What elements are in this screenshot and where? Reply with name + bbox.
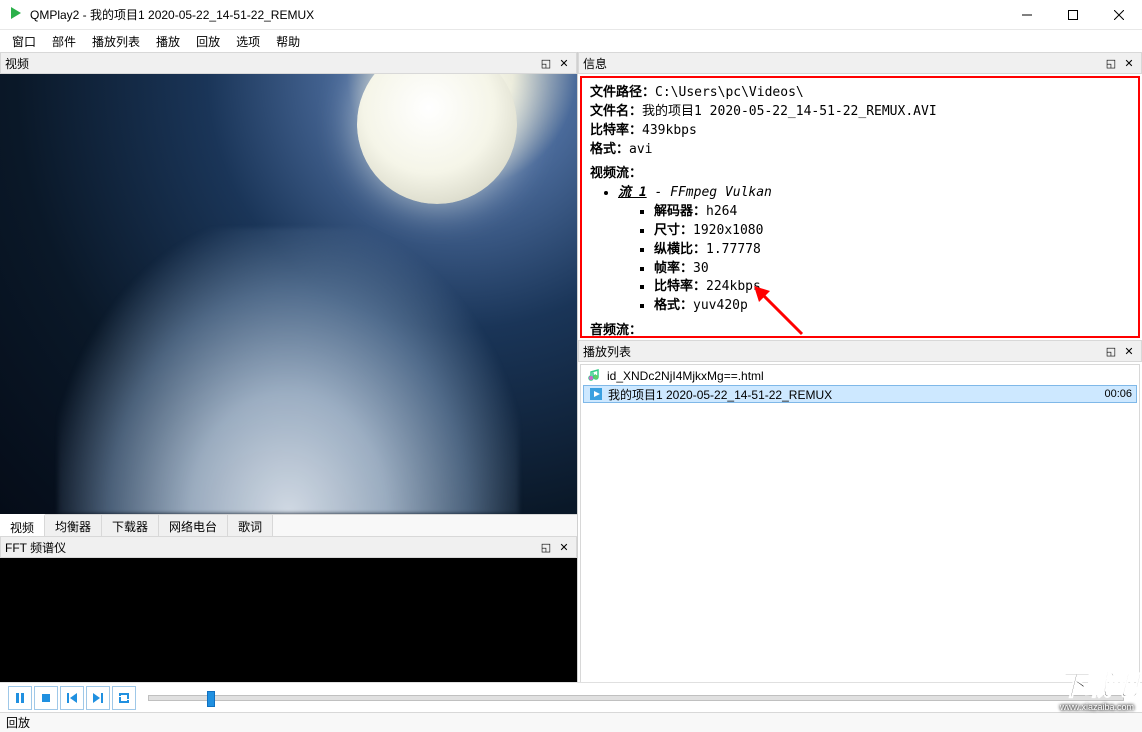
titlebar: QMPlay2 - 我的项目1 2020-05-22_14-51-22_REMU… (0, 0, 1142, 30)
menu-help[interactable]: 帮助 (268, 31, 308, 52)
status-bar: 回放 (0, 712, 1142, 732)
info-path-label: 文件路径： (590, 85, 655, 100)
audio-file-icon (587, 368, 603, 384)
menu-options[interactable]: 选项 (228, 31, 268, 52)
app-icon (8, 5, 24, 24)
info-vstream1: 流 1 (618, 185, 647, 200)
repeat-button[interactable] (112, 686, 136, 710)
info-path-value: C:\Users\pc\Videos\ (655, 85, 804, 100)
info-size-value: 1920x1080 (693, 223, 763, 238)
status-text: 回放 (6, 714, 30, 731)
info-detach-icon[interactable]: ◱ (1103, 55, 1119, 71)
info-fps-label: 帧率： (654, 261, 693, 276)
playlist-detach-icon[interactable]: ◱ (1103, 343, 1119, 359)
annotation-arrow-icon (752, 284, 812, 338)
info-panel-header[interactable]: 信息 ◱ ✕ (578, 52, 1142, 74)
playback-controls (0, 682, 1142, 712)
video-panel-header[interactable]: 视频 ◱ ✕ (0, 52, 577, 74)
info-content: 文件路径：C:\Users\pc\Videos\ 文件名：我的项目1 2020-… (580, 76, 1140, 338)
playlist-item[interactable]: 我的项目1 2020-05-22_14-51-22_REMUX 00:06 (583, 385, 1137, 403)
info-decoder-label: 解码器： (654, 204, 706, 219)
prev-button[interactable] (60, 686, 84, 710)
video-detach-icon[interactable]: ◱ (538, 55, 554, 71)
info-aspect-value: 1.77778 (706, 242, 761, 257)
info-astream-label: 音频流： (590, 323, 642, 338)
menu-playlist[interactable]: 播放列表 (84, 31, 148, 52)
info-vbitrate-label: 比特率： (654, 279, 706, 294)
tab-video[interactable]: 视频 (0, 514, 45, 536)
video-viewport[interactable] (0, 74, 577, 514)
info-vstream-label: 视频流： (590, 166, 642, 181)
tab-equalizer[interactable]: 均衡器 (45, 515, 102, 536)
menu-widgets[interactable]: 部件 (44, 31, 84, 52)
info-bitrate-value: 439kbps (642, 123, 697, 138)
fft-detach-icon[interactable]: ◱ (538, 539, 554, 555)
video-panel-title: 视频 (5, 55, 536, 72)
video-tabs: 视频 均衡器 下载器 网络电台 歌词 (0, 514, 577, 536)
info-bitrate-label: 比特率： (590, 123, 642, 138)
video-close-icon[interactable]: ✕ (556, 55, 572, 71)
info-vformat-label: 格式： (654, 298, 693, 313)
tab-radio[interactable]: 网络电台 (159, 515, 228, 536)
fft-panel-title: FFT 频谱仪 (5, 539, 536, 556)
info-vstream1-tail: - FFmpeg Vulkan (647, 185, 772, 200)
info-format-label: 格式： (590, 142, 629, 157)
window-title: QMPlay2 - 我的项目1 2020-05-22_14-51-22_REMU… (30, 6, 1004, 23)
info-panel-title: 信息 (583, 55, 1101, 72)
menu-playback[interactable]: 回放 (188, 31, 228, 52)
info-name-label: 文件名： (590, 104, 642, 119)
menu-window[interactable]: 窗口 (4, 31, 44, 52)
info-format-value: avi (629, 142, 652, 157)
playlist-item-time: 00:06 (1104, 388, 1132, 400)
close-button[interactable] (1096, 0, 1142, 30)
maximize-button[interactable] (1050, 0, 1096, 30)
info-name-value: 我的项目1 2020-05-22_14-51-22_REMUX.AVI (642, 104, 937, 119)
fft-panel-header[interactable]: FFT 频谱仪 ◱ ✕ (0, 536, 577, 558)
menubar: 窗口 部件 播放列表 播放 回放 选项 帮助 (0, 30, 1142, 52)
window-controls (1004, 0, 1142, 30)
playlist-item-name: 我的项目1 2020-05-22_14-51-22_REMUX (608, 386, 1104, 403)
playlist-panel-title: 播放列表 (583, 343, 1101, 360)
playlist-panel-header[interactable]: 播放列表 ◱ ✕ (578, 340, 1142, 362)
playlist-close-icon[interactable]: ✕ (1121, 343, 1137, 359)
play-button[interactable] (8, 686, 32, 710)
info-vformat-value: yuv420p (693, 298, 748, 313)
fft-close-icon[interactable]: ✕ (556, 539, 572, 555)
info-close-icon[interactable]: ✕ (1121, 55, 1137, 71)
tab-downloader[interactable]: 下载器 (102, 515, 159, 536)
seek-slider[interactable] (148, 695, 1124, 701)
playlist-item-name: id_XNDc2NjI4MjkxMg==.html (607, 369, 1133, 383)
play-file-icon (588, 386, 604, 402)
next-button[interactable] (86, 686, 110, 710)
seek-handle[interactable] (207, 691, 215, 707)
playlist-body[interactable]: id_XNDc2NjI4MjkxMg==.html 我的项目1 2020-05-… (580, 364, 1140, 688)
minimize-button[interactable] (1004, 0, 1050, 30)
info-aspect-label: 纵横比： (654, 242, 706, 257)
info-size-label: 尺寸： (654, 223, 693, 238)
info-decoder-value: h264 (706, 204, 737, 219)
info-fps-value: 30 (693, 261, 709, 276)
menu-play[interactable]: 播放 (148, 31, 188, 52)
playlist-item[interactable]: id_XNDc2NjI4MjkxMg==.html (583, 367, 1137, 385)
stop-button[interactable] (34, 686, 58, 710)
tab-lyrics[interactable]: 歌词 (228, 515, 273, 536)
